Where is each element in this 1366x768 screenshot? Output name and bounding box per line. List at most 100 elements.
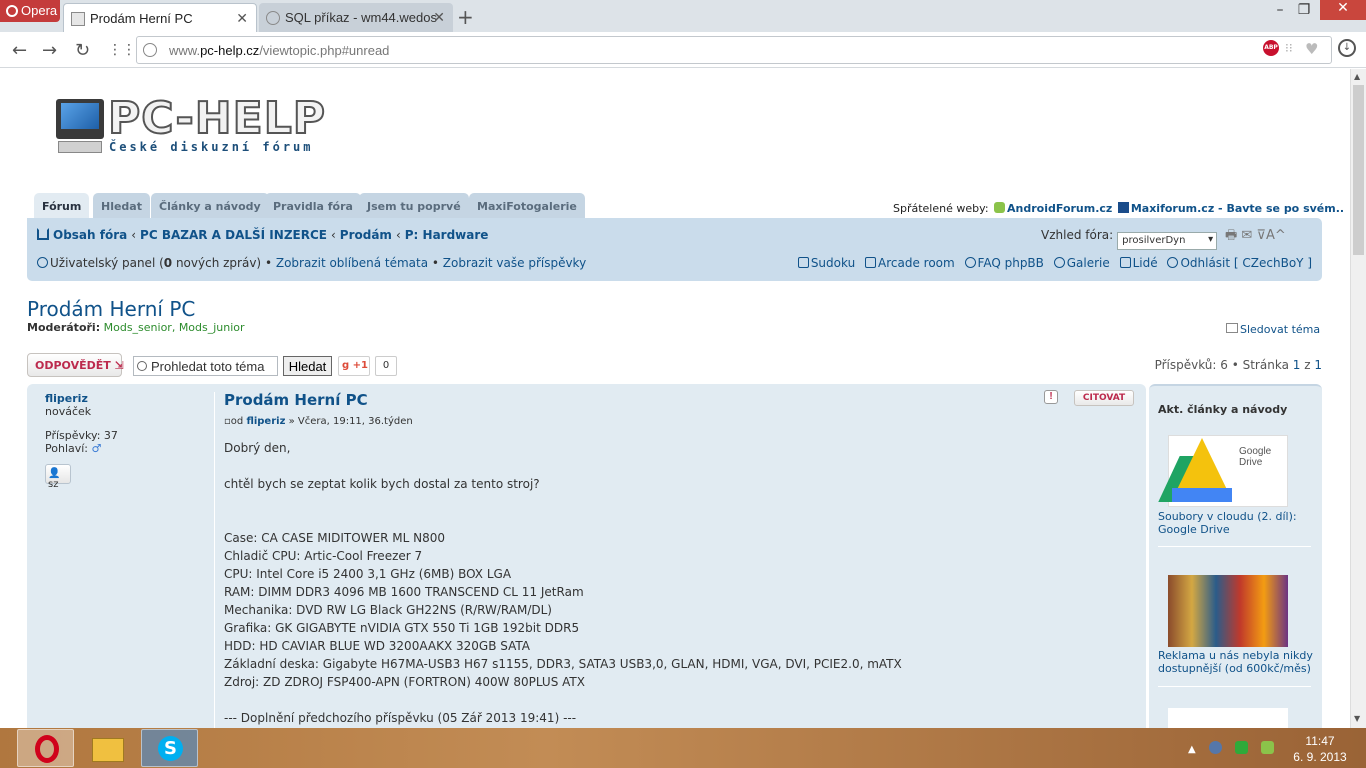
post-title[interactable]: Prodám Herní PC xyxy=(224,391,368,409)
link-logout[interactable]: Odhlásit [ CZechBoY ] xyxy=(1180,256,1312,270)
pm-button[interactable]: 👤sz xyxy=(45,464,71,490)
maximize-button[interactable]: ❐ xyxy=(1290,2,1318,20)
tab-clanky[interactable]: Články a návody xyxy=(151,193,269,219)
link-galerie[interactable]: Galerie xyxy=(1067,256,1110,270)
user-links: Uživatelský panel (0 nových zpráv) • Zob… xyxy=(37,256,586,270)
close-tab-icon[interactable]: ✕ xyxy=(236,10,248,27)
friend-sites: Spřátelené weby: AndroidForum.cz Maxifor… xyxy=(893,202,1345,215)
link-user-panel[interactable]: Uživatelský panel (0 nových zpráv) xyxy=(50,256,261,270)
monitor-icon xyxy=(56,99,104,153)
scroll-down-icon[interactable]: ▼ xyxy=(1354,714,1360,723)
folder-icon xyxy=(92,738,124,762)
link-your-posts[interactable]: Zobrazit vaše příspěvky xyxy=(443,256,586,270)
google-plus-count: 0 xyxy=(375,356,397,376)
link-androidforum[interactable]: AndroidForum.cz xyxy=(1007,202,1112,215)
favicon-icon xyxy=(71,12,85,26)
download-icon[interactable]: ↓ xyxy=(1338,39,1356,57)
watch-topic-link[interactable]: Sledovat téma xyxy=(1226,323,1320,336)
heart-icon[interactable]: ♥ xyxy=(1305,40,1318,58)
people-icon xyxy=(1119,257,1131,268)
new-tab-button[interactable]: + xyxy=(457,5,474,29)
moderators: Moderátoři: Mods_senior, Mods_junior xyxy=(27,321,245,334)
scrollbar-thumb[interactable] xyxy=(1353,85,1364,255)
style-select[interactable]: prosilverDyn xyxy=(1117,232,1218,250)
divider xyxy=(1158,546,1311,547)
window-close-button[interactable]: ✕ xyxy=(1320,0,1366,20)
search-button[interactable]: Hledat xyxy=(283,356,332,376)
android-icon xyxy=(994,202,1006,213)
crumb-hardware[interactable]: P: Hardware xyxy=(405,228,489,242)
crumb-bazar[interactable]: PC BAZAR A DALŠÍ INZERCE xyxy=(140,228,327,242)
tab-jsem-tu-poprve[interactable]: Jsem tu poprvé xyxy=(359,193,469,219)
link-maxiforum[interactable]: Maxiforum.cz - Bavte se po svém.. xyxy=(1131,202,1344,215)
crumb-prodam[interactable]: Prodám xyxy=(340,228,392,242)
topic-search-input[interactable]: Prohledat toto téma xyxy=(133,356,278,376)
article-link-reklama[interactable]: Reklama u nás nebyla nikdy dostupnější (… xyxy=(1158,649,1318,675)
tab-hledat[interactable]: Hledat xyxy=(93,193,150,219)
report-icon[interactable]: ! xyxy=(1044,390,1058,404)
skype-icon: S xyxy=(158,736,183,761)
post: fliperiz nováček Příspěvky: 37 Pohlaví: … xyxy=(27,384,1146,728)
article-thumbnail[interactable] xyxy=(1168,708,1288,728)
right-links: Sudoku Arcade room FAQ phpBB Galerie Lid… xyxy=(792,256,1312,270)
city-thumbnail[interactable] xyxy=(1168,575,1288,647)
link-lide[interactable]: Lidé xyxy=(1133,256,1158,270)
android-tray-icon[interactable] xyxy=(1235,741,1249,754)
tab-forum[interactable]: Fórum xyxy=(34,193,90,219)
link-sudoku[interactable]: Sudoku xyxy=(811,256,855,270)
opera-menu-button[interactable]: Opera xyxy=(0,0,60,22)
security-icon[interactable] xyxy=(1261,741,1275,754)
google-drive-logo-text: Google Drive xyxy=(1239,446,1272,468)
page-content: PC-HELP České diskuzní fórum Fórum Hleda… xyxy=(0,69,1350,728)
author-post-count: Příspěvky: 37 xyxy=(45,429,118,442)
tab-pravidla[interactable]: Pravidla fóra xyxy=(265,193,361,219)
reload-icon[interactable]: ↻ xyxy=(75,40,90,61)
reply-button[interactable]: ODPOVĚDĚT ⇲ xyxy=(27,353,124,377)
link-favourites[interactable]: Zobrazit oblíbená témata xyxy=(276,256,428,270)
windows-taskbar: S ▲ 11:47 6. 9. 2013 xyxy=(0,728,1366,768)
tab-title: Prodám Herní PC xyxy=(90,11,193,26)
taskbar-opera[interactable] xyxy=(17,729,74,767)
quote-button[interactable]: CITOVAT xyxy=(1074,390,1134,406)
post-meta: ▫od fliperiz » Včera, 19:11, 36.týden xyxy=(224,416,413,427)
page-tools[interactable]: 🖶 ✉ ⊽A^ xyxy=(1225,226,1286,248)
taskbar-skype[interactable]: S xyxy=(141,729,198,767)
sidebar-heading: Akt. články a návody xyxy=(1158,403,1288,416)
network-icon[interactable] xyxy=(1208,741,1222,754)
loading-icon xyxy=(266,11,280,25)
back-icon[interactable]: ← xyxy=(12,40,27,61)
post-author-link[interactable]: fliperiz xyxy=(246,416,285,427)
taskbar-explorer[interactable] xyxy=(79,729,136,767)
tab-maxifotogalerie[interactable]: MaxiFotogalerie xyxy=(469,193,585,219)
post-profile: fliperiz nováček Příspěvky: 37 Pohlaví: … xyxy=(45,392,118,455)
adblock-icon[interactable]: ABP xyxy=(1263,40,1279,56)
opera-icon xyxy=(35,735,59,763)
scroll-up-icon[interactable]: ▲ xyxy=(1354,72,1360,81)
link-arcade[interactable]: Arcade room xyxy=(878,256,955,270)
close-tab-icon[interactable]: ✕ xyxy=(433,9,445,26)
page-total[interactable]: 1 xyxy=(1314,358,1322,372)
page-current[interactable]: 1 xyxy=(1293,358,1301,372)
clock[interactable]: 11:47 6. 9. 2013 xyxy=(1290,733,1350,765)
arcade-icon xyxy=(865,257,877,268)
tray-expand-icon[interactable]: ▲ xyxy=(1188,744,1196,755)
link-faq[interactable]: FAQ phpBB xyxy=(978,256,1044,270)
breadcrumb: Obsah fóra ‹ PC BAZAR A DALŠÍ INZERCE ‹ Prod… xyxy=(37,228,488,242)
topic-title[interactable]: Prodám Herní PC xyxy=(27,297,195,321)
extensions-icon[interactable]: ⁝⁝ xyxy=(1285,41,1293,55)
page-scrollbar[interactable]: ▲ ▼ xyxy=(1350,69,1366,728)
system-tray: ▲ xyxy=(1188,741,1275,755)
tab-sql-prikaz[interactable]: SQL příkaz - wm44.wedos ✕ xyxy=(259,3,453,32)
author-name[interactable]: fliperiz xyxy=(45,392,118,405)
forward-icon[interactable]: → xyxy=(42,40,57,61)
post-divider xyxy=(214,392,215,728)
google-drive-thumbnail[interactable]: Google Drive xyxy=(1158,435,1288,507)
tab-prodam-herni-pc[interactable]: Prodám Herní PC ✕ xyxy=(63,3,257,32)
moderator-links[interactable]: Mods_senior, Mods_junior xyxy=(104,321,245,334)
article-link-google-drive[interactable]: Soubory v cloudu (2. díl): Google Drive xyxy=(1158,510,1318,536)
sidebar-articles: Akt. články a návody Google Drive Soubor… xyxy=(1149,384,1322,728)
crumb-index[interactable]: Obsah fóra xyxy=(53,228,127,242)
address-bar[interactable]: www.pc-help.cz/viewtopic.php#unread xyxy=(136,36,1332,64)
sudoku-icon xyxy=(797,257,809,268)
google-plus-button[interactable]: g +1 xyxy=(338,356,370,376)
